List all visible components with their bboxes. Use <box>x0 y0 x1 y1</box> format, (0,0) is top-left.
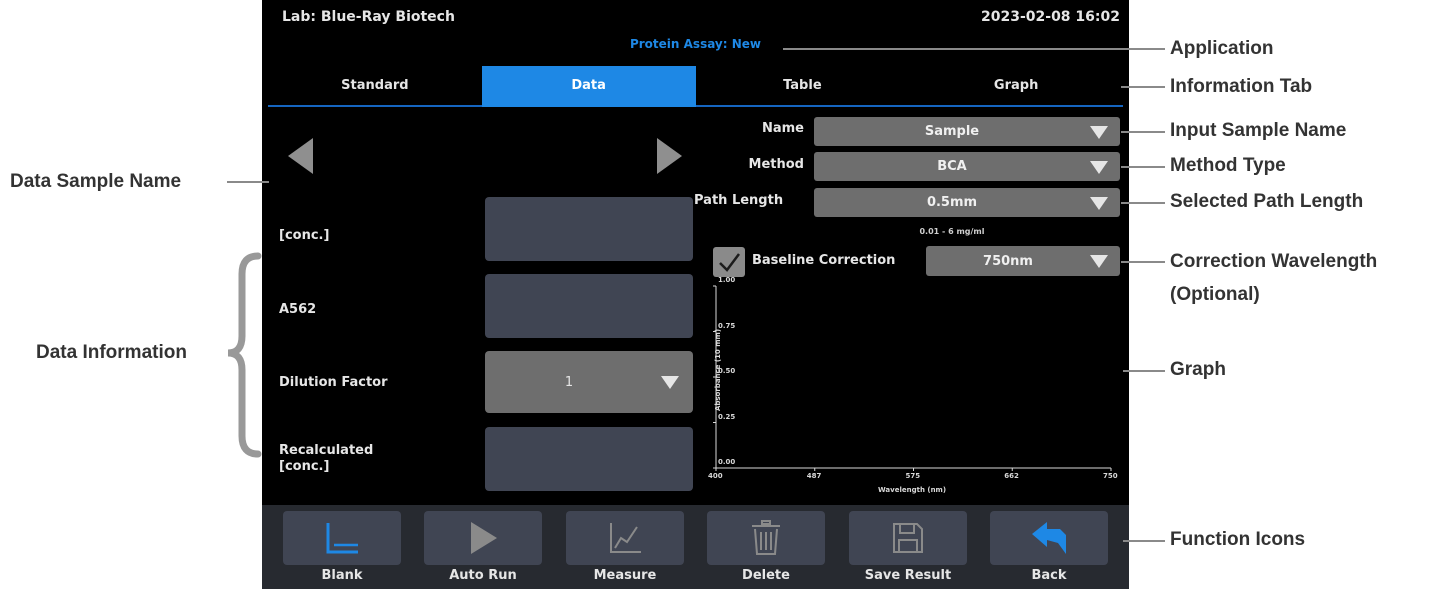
baseline-correction-checkbox[interactable] <box>713 247 745 277</box>
annotation-data-sample-name: Data Sample Name <box>10 171 182 192</box>
x-tick-label: 400 <box>708 472 723 480</box>
recalculated-conc-field <box>485 427 693 491</box>
annotation-selected-path-length: Selected Path Length <box>1170 191 1364 212</box>
tab-table[interactable]: Table <box>695 66 910 107</box>
data-sample-name-pointer <box>227 181 269 183</box>
dilution-factor-label: Dilution Factor <box>279 375 388 390</box>
application-pointer <box>783 48 1165 50</box>
data-information-brace <box>227 252 262 458</box>
y-tick-label: 0.75 <box>718 321 736 330</box>
sample-name-select[interactable]: Sample <box>814 117 1120 146</box>
auto-run-label: Auto Run <box>449 568 517 583</box>
delete-label: Delete <box>742 568 790 583</box>
datetime: 2023-02-08 16:02 <box>981 9 1120 25</box>
y-tick-label: 0.50 <box>718 367 736 375</box>
measure-chart-icon <box>610 523 641 553</box>
tab-standard[interactable]: Standard <box>268 66 482 107</box>
tab-data[interactable]: Data <box>481 66 696 107</box>
a562-label: A562 <box>279 302 317 317</box>
y-tick-label: 0.00 <box>718 458 736 466</box>
annotation-optional: (Optional) <box>1170 284 1260 305</box>
tab-graph[interactable]: Graph <box>909 66 1123 107</box>
path-length-label: Path Length <box>694 193 784 208</box>
y-tick-label: 0.25 <box>718 412 736 421</box>
graph-axes <box>715 286 1111 469</box>
dropdown-arrow-icon <box>1090 197 1108 210</box>
absorbance-graph: Absorbance (10 mm) Wavelength (nm) 0.00 0… <box>692 276 1122 505</box>
baseline-correction-label: Baseline Correction <box>752 253 896 268</box>
play-icon <box>471 522 497 554</box>
trash-icon <box>752 520 780 555</box>
range-note: 0.01 - 6 mg/ml <box>919 227 985 236</box>
checkmark-icon <box>719 253 740 272</box>
measure-button[interactable] <box>566 511 684 565</box>
method-value: BCA <box>937 159 967 174</box>
annotation-graph: Graph <box>1170 359 1226 380</box>
path-length-select[interactable]: 0.5mm <box>814 188 1120 217</box>
annotation-data-information: Data Information <box>36 342 187 363</box>
annotation-correction-wavelength: Correction Wavelength <box>1170 251 1378 272</box>
function-icons-pointer <box>1123 540 1165 542</box>
lab-name: Lab: Blue-Ray Biotech <box>282 9 455 25</box>
a562-field <box>485 274 693 338</box>
auto-run-button[interactable] <box>424 511 542 565</box>
correction-wavelength-select[interactable]: 750nm <box>926 246 1120 276</box>
recalculated-conc-label: Recalculated [conc.] <box>279 443 374 474</box>
dropdown-arrow-icon <box>1090 161 1108 174</box>
dropdown-arrow-icon <box>1090 126 1108 139</box>
annotation-function-icons: Function Icons <box>1170 529 1306 550</box>
save-icon <box>893 523 923 553</box>
information-tab-pointer <box>1121 86 1165 88</box>
method-type-pointer <box>1121 166 1165 168</box>
save-result-button[interactable] <box>849 511 967 565</box>
dropdown-arrow-icon <box>1090 255 1108 268</box>
x-tick-label: 575 <box>905 472 921 480</box>
path-length-value: 0.5mm <box>926 195 978 210</box>
method-select[interactable]: BCA <box>814 152 1120 181</box>
save-result-label: Save Result <box>864 568 952 583</box>
measure-label: Measure <box>593 568 657 583</box>
back-button[interactable] <box>990 511 1108 565</box>
next-sample-arrow-icon[interactable] <box>657 138 682 174</box>
x-tick-label: 487 <box>806 472 822 480</box>
previous-sample-arrow-icon[interactable] <box>288 138 313 174</box>
selected-path-length-pointer <box>1121 202 1165 204</box>
name-label: Name <box>761 121 804 136</box>
blank-label: Blank <box>321 568 363 583</box>
annotation-application: Application <box>1170 38 1274 59</box>
conc-field <box>485 197 693 261</box>
blank-button[interactable] <box>283 511 401 565</box>
conc-label: [conc.] <box>279 228 330 243</box>
annotation-method-type: Method Type <box>1170 155 1286 176</box>
y-tick-label: 1.00 <box>718 276 736 284</box>
back-label: Back <box>1031 568 1067 583</box>
back-arrow-icon <box>1032 522 1066 554</box>
input-sample-name-pointer <box>1121 131 1165 133</box>
dilution-factor-select[interactable]: 1 <box>485 351 693 413</box>
annotation-information-tab: Information Tab <box>1170 76 1313 97</box>
annotation-input-sample-name: Input Sample Name <box>1170 120 1347 141</box>
delete-button[interactable] <box>707 511 825 565</box>
sample-name-value: Sample <box>924 124 980 139</box>
x-tick-label: 750 <box>1103 472 1118 480</box>
tab-bar: Standard Data Table Graph <box>268 66 1123 107</box>
correction-wavelength-value: 750nm <box>983 253 1033 269</box>
x-tick-label: 662 <box>1004 472 1019 480</box>
graph-pointer <box>1123 370 1165 372</box>
device-screen: Lab: Blue-Ray Biotech 2023-02-08 16:02 P… <box>262 0 1129 589</box>
blank-axis-icon <box>326 523 358 554</box>
correction-wavelength-pointer <box>1121 261 1165 263</box>
dropdown-arrow-icon <box>661 376 679 389</box>
method-label: Method <box>748 157 804 172</box>
x-axis-title: Wavelength (nm) <box>877 486 947 494</box>
